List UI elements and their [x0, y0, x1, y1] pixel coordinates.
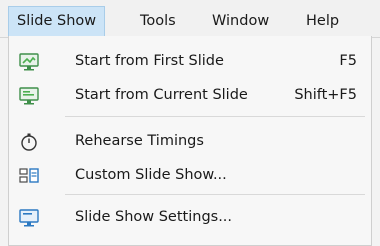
- menu-item-label: Start from Current Slide: [75, 87, 248, 103]
- menu-item-label: Slide Show Settings...: [75, 209, 233, 225]
- menu-item-label: Rehearse Timings: [75, 133, 204, 149]
- menu-bar: Slide Show Tools Window Help: [0, 0, 380, 38]
- slide-show-dropdown: Start from First Slide F5 Start from Cur…: [8, 36, 372, 246]
- custom-slideshow-icon: [19, 166, 39, 184]
- presentation-current-icon: [19, 86, 39, 105]
- menu-window[interactable]: Window: [204, 6, 277, 36]
- menu-separator: [65, 116, 365, 117]
- menu-help[interactable]: Help: [298, 6, 347, 36]
- menu-item-label: Start from First Slide: [75, 53, 224, 69]
- slideshow-settings-icon: [19, 208, 39, 227]
- menu-item-slide-show-settings[interactable]: Slide Show Settings...: [9, 202, 371, 232]
- menu-item-label: Custom Slide Show...: [75, 167, 227, 183]
- menu-separator: [65, 194, 365, 195]
- stopwatch-icon: [19, 132, 39, 151]
- menu-item-start-first-slide[interactable]: Start from First Slide F5: [9, 46, 371, 76]
- menu-tools[interactable]: Tools: [132, 6, 184, 36]
- menu-item-custom-slide-show[interactable]: Custom Slide Show...: [9, 160, 371, 190]
- shortcut-label: F5: [339, 53, 357, 69]
- shortcut-label: Shift+F5: [294, 87, 357, 103]
- menu-item-rehearse-timings[interactable]: Rehearse Timings: [9, 126, 371, 156]
- menu-item-start-current-slide[interactable]: Start from Current Slide Shift+F5: [9, 80, 371, 110]
- presentation-start-icon: [19, 52, 39, 71]
- menu-slide-show[interactable]: Slide Show: [8, 6, 106, 36]
